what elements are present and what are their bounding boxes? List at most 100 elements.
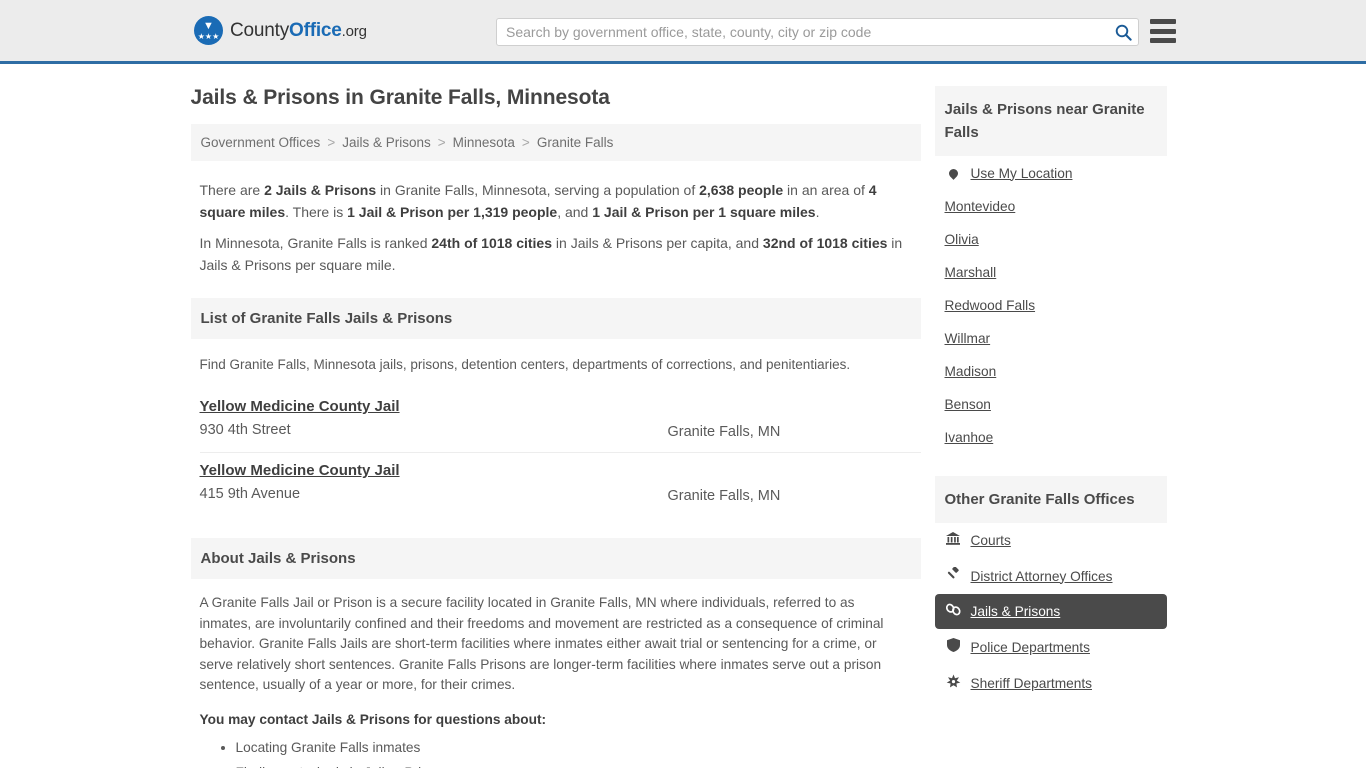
intro-paragraph-1: There are 2 Jails & Prisons in Granite F…	[200, 179, 921, 223]
office-link[interactable]: District Attorney Offices	[971, 569, 1113, 584]
stat-jails-count: 2 Jails & Prisons	[264, 182, 377, 198]
office-link[interactable]: Sheriff Departments	[971, 676, 1092, 691]
sidebar-other-heading: Other Granite Falls Offices	[934, 476, 1167, 523]
search-input[interactable]	[497, 19, 1108, 45]
intro-text: in an area of	[783, 182, 869, 198]
listing-name-link[interactable]: Yellow Medicine County Jail	[200, 462, 400, 479]
map-pin-icon	[945, 165, 962, 181]
intro-paragraph-2: In Minnesota, Granite Falls is ranked 24…	[200, 232, 921, 276]
brand-part-2: Office	[289, 19, 342, 41]
sidebar-item-ivanhoe[interactable]: Ivanhoe	[935, 421, 1167, 454]
listing-address: 415 9th Avenue	[199, 486, 301, 502]
listing-address: 930 4th Street	[199, 422, 291, 438]
city-link[interactable]: Ivanhoe	[945, 430, 994, 445]
gavel-icon	[945, 566, 962, 585]
intro-text: , and	[557, 204, 593, 220]
page-body: Jails & Prisons in Granite Falls, Minnes…	[0, 64, 1366, 768]
breadcrumb-item-government-offices[interactable]: Government Offices	[201, 135, 321, 150]
search-icon	[1115, 24, 1132, 41]
site-logo[interactable]: ▼ ★★★ CountyOffice.org	[194, 16, 367, 45]
content-container: Jails & Prisons in Granite Falls, Minnes…	[190, 64, 1176, 768]
sidebar-item-olivia[interactable]: Olivia	[935, 223, 1167, 256]
intro-text: . There is	[285, 204, 348, 220]
sidebar-item-redwood-falls[interactable]: Redwood Falls	[935, 289, 1167, 322]
handcuffs-icon	[945, 603, 962, 620]
listings-table: Yellow Medicine County Jail 930 4th Stre…	[191, 389, 921, 516]
city-link[interactable]: Olivia	[945, 232, 979, 247]
page-title: Jails & Prisons in Granite Falls, Minnes…	[190, 86, 610, 109]
intro-text: There are	[199, 182, 265, 198]
brand-part-3: .org	[341, 22, 367, 40]
sidebar: Jails & Prisons near Granite Falls Use M…	[934, 64, 1167, 768]
sidebar-near-heading: Jails & Prisons near Granite Falls	[934, 86, 1167, 156]
city-link[interactable]: Redwood Falls	[945, 298, 1036, 313]
breadcrumb: Government Offices > Jails & Prisons > M…	[190, 124, 921, 161]
use-my-location-link[interactable]: Use My Location	[971, 166, 1073, 181]
office-link[interactable]: Jails & Prisons	[971, 604, 1061, 619]
about-section-body: A Granite Falls Jail or Prison is a secu…	[191, 579, 921, 768]
table-row[interactable]: Yellow Medicine County Jail 415 9th Aven…	[200, 453, 921, 516]
breadcrumb-item-granite-falls[interactable]: Granite Falls	[537, 135, 614, 150]
star-badge-icon	[945, 674, 962, 693]
intro-statistics: There are 2 Jails & Prisons in Granite F…	[191, 161, 921, 276]
breadcrumb-item-minnesota[interactable]: Minnesota	[453, 135, 515, 150]
listing-details: Yellow Medicine County Jail 415 9th Aven…	[200, 462, 668, 504]
menu-bar-2	[1150, 28, 1176, 34]
intro-text: In Minnesota, Granite Falls is ranked	[199, 235, 432, 251]
main-column: Jails & Prisons in Granite Falls, Minnes…	[190, 64, 921, 768]
sidebar-item-madison[interactable]: Madison	[935, 355, 1167, 388]
listing-details: Yellow Medicine County Jail 930 4th Stre…	[200, 398, 668, 440]
sidebar-item-benson[interactable]: Benson	[935, 388, 1167, 421]
office-link[interactable]: Police Departments	[971, 640, 1090, 655]
courthouse-icon	[945, 532, 962, 549]
list-item: Locating Granite Falls inmates	[236, 738, 921, 759]
city-link[interactable]: Montevideo	[945, 199, 1016, 214]
sidebar-item-courts[interactable]: Courts	[935, 523, 1167, 558]
sidebar-item-montevideo[interactable]: Montevideo	[935, 190, 1167, 223]
city-link[interactable]: Benson	[945, 397, 991, 412]
about-questions-list: Locating Granite Falls inmates Finding o…	[200, 738, 921, 768]
sidebar-item-police-departments[interactable]: Police Departments	[935, 629, 1167, 665]
city-link[interactable]: Marshall	[945, 265, 997, 280]
stat-population: 2,638 people	[699, 182, 784, 198]
list-section-heading: List of Granite Falls Jails & Prisons	[190, 298, 921, 339]
sidebar-item-willmar[interactable]: Willmar	[935, 322, 1167, 355]
stat-rank-per-square-mile: 32nd of 1018 cities	[762, 235, 888, 251]
listing-name-link[interactable]: Yellow Medicine County Jail	[200, 398, 400, 415]
search-bar[interactable]	[496, 18, 1139, 46]
sidebar-item-district-attorney-offices[interactable]: District Attorney Offices	[935, 558, 1167, 594]
intro-text: .	[815, 204, 820, 220]
menu-bar-3	[1150, 38, 1176, 43]
breadcrumb-item-jails-prisons[interactable]: Jails & Prisons	[342, 135, 431, 150]
search-button[interactable]	[1108, 19, 1138, 45]
intro-text: in Jails & Prisons per capita, and	[552, 235, 763, 251]
sidebar-other-list: Courts District Attorney Offices Jails &…	[934, 523, 1167, 702]
site-header: ▼ ★★★ CountyOffice.org	[0, 0, 1366, 64]
stat-per-square-mile: 1 Jail & Prison per 1 square miles	[592, 204, 816, 220]
eagle-stars-logo-icon: ▼ ★★★	[194, 16, 223, 45]
table-row[interactable]: Yellow Medicine County Jail 930 4th Stre…	[199, 389, 921, 453]
sidebar-near-list: Use My Location Montevideo Olivia Marsha…	[935, 156, 1167, 454]
about-paragraph: A Granite Falls Jail or Prison is a secu…	[199, 595, 884, 692]
sidebar-item-jails-prisons[interactable]: Jails & Prisons	[934, 594, 1167, 629]
sidebar-item-marshall[interactable]: Marshall	[935, 256, 1167, 289]
stat-per-capita: 1 Jail & Prison per 1,319 people	[347, 204, 558, 220]
breadcrumb-separator: >	[521, 135, 530, 150]
breadcrumb-separator: >	[437, 135, 446, 150]
brand-name: CountyOffice.org	[230, 20, 367, 42]
intro-text: in Granite Falls, Minnesota, serving a p…	[376, 182, 700, 198]
list-item: Finding out who is in Jail or Prison	[236, 763, 921, 768]
hamburger-menu-button[interactable]	[1150, 19, 1176, 43]
sidebar-item-sheriff-departments[interactable]: Sheriff Departments	[935, 665, 1167, 702]
brand-part-1: County	[230, 19, 290, 41]
listing-city-state: Granite Falls, MN	[667, 424, 781, 440]
sidebar-other-offices-section: Other Granite Falls Offices Courts Distr…	[934, 476, 1167, 702]
list-section-subtext: Find Granite Falls, Minnesota jails, pri…	[199, 357, 851, 372]
office-link[interactable]: Courts	[971, 533, 1011, 548]
city-link[interactable]: Willmar	[945, 331, 991, 346]
sidebar-item-use-my-location[interactable]: Use My Location	[935, 156, 1167, 190]
about-section-heading: About Jails & Prisons	[190, 538, 921, 579]
listing-city-state: Granite Falls, MN	[667, 488, 781, 504]
city-link[interactable]: Madison	[945, 364, 997, 379]
stat-rank-per-capita: 24th of 1018 cities	[431, 235, 553, 251]
